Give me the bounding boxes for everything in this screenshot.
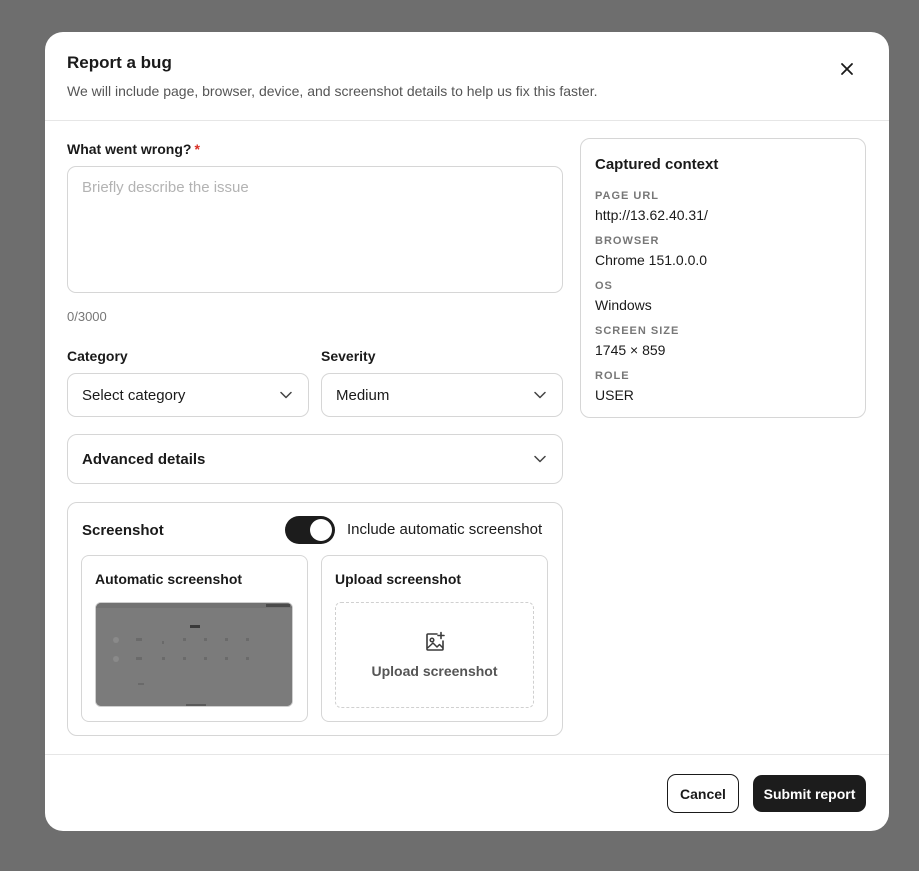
- report-bug-dialog: Report a bug We will include page, brows…: [45, 32, 889, 831]
- image-plus-icon: [425, 631, 445, 651]
- category-select-value: Select category: [82, 386, 186, 404]
- automatic-screenshot-title: Automatic screenshot: [95, 571, 243, 587]
- context-label-screen-size: SCREEN SIZE: [595, 325, 680, 337]
- char-counter: 0/3000: [67, 309, 107, 324]
- automatic-screenshot-card: Automatic screenshot: [81, 555, 308, 722]
- category-label: Category: [67, 348, 128, 364]
- context-value-page-url: http://13.62.40.31/: [595, 207, 708, 223]
- context-value-browser: Chrome 151.0.0.0: [595, 252, 708, 268]
- required-marker: *: [194, 141, 200, 157]
- severity-label: Severity: [321, 348, 376, 364]
- chevron-down-icon: [280, 388, 294, 402]
- description-input[interactable]: [67, 166, 563, 293]
- chevron-down-icon: [534, 388, 548, 402]
- screenshot-title: Screenshot: [82, 522, 164, 539]
- dialog-subtitle: We will include page, browser, device, a…: [67, 83, 598, 99]
- toggle-knob: [310, 519, 332, 541]
- close-button[interactable]: [834, 56, 860, 82]
- captured-context-title: Captured context: [595, 156, 719, 173]
- upload-cta-text: Upload screenshot: [371, 663, 498, 679]
- upload-dropzone[interactable]: Upload screenshot: [335, 602, 534, 708]
- dialog-header: Report a bug We will include page, brows…: [45, 32, 889, 121]
- description-label: What went wrong? *: [67, 141, 200, 157]
- context-label-role: ROLE: [595, 370, 630, 382]
- category-select[interactable]: Select category: [67, 373, 309, 417]
- chevron-down-icon: [534, 452, 548, 466]
- captured-context-panel: Captured context PAGE URL http://13.62.4…: [580, 138, 866, 418]
- upload-screenshot-card: Upload screenshot Upload screenshot: [321, 555, 548, 722]
- context-label-browser: BROWSER: [595, 235, 660, 247]
- close-icon: [841, 63, 853, 75]
- submit-report-button[interactable]: Submit report: [753, 775, 866, 812]
- auto-screenshot-toggle[interactable]: [285, 516, 335, 544]
- context-value-os: Windows: [595, 297, 652, 313]
- dialog-footer: Cancel Submit report: [45, 754, 889, 831]
- context-label-os: OS: [595, 280, 613, 292]
- advanced-details-toggle[interactable]: Advanced details: [67, 434, 563, 484]
- severity-select[interactable]: Medium: [321, 373, 563, 417]
- context-label-page-url: PAGE URL: [595, 190, 660, 202]
- severity-select-value: Medium: [336, 386, 390, 404]
- context-value-role: USER: [595, 387, 634, 403]
- description-label-text: What went wrong?: [67, 141, 192, 157]
- context-value-screen-size: 1745 × 859: [595, 342, 666, 358]
- screenshot-preview-image: [95, 602, 293, 707]
- dialog-title: Report a bug: [67, 53, 172, 72]
- advanced-details-label: Advanced details: [82, 450, 206, 468]
- cancel-button[interactable]: Cancel: [667, 774, 739, 813]
- auto-screenshot-toggle-label: Include automatic screenshot: [347, 521, 543, 538]
- screenshot-section: Screenshot Include automatic screenshot …: [67, 502, 563, 736]
- upload-screenshot-title: Upload screenshot: [335, 571, 462, 587]
